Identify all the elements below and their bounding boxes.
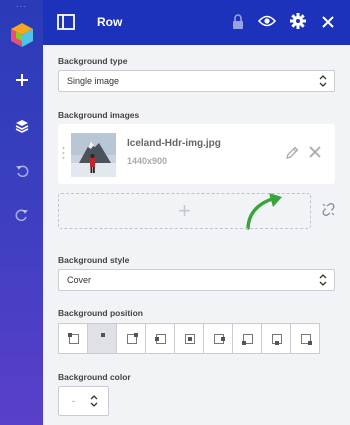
image-card: Iceland-Hdr-img.jpg 1440x900 (58, 124, 335, 184)
background-style-value: Cover (67, 275, 92, 285)
app-logo[interactable] (7, 20, 37, 50)
left-toolbar: ··· (0, 0, 43, 425)
image-file-size: 1440x900 (127, 156, 168, 166)
layers-icon (15, 120, 28, 133)
settings-panel: Background type Single image Background … (43, 45, 350, 425)
drag-handle-icon[interactable] (62, 146, 65, 160)
eye-icon[interactable] (258, 14, 276, 28)
position-right-center[interactable] (203, 323, 233, 354)
image-file-name: Iceland-Hdr-img.jpg (127, 138, 221, 149)
position-right-bottom[interactable] (290, 323, 320, 354)
select-arrows-icon (90, 395, 98, 407)
background-color-label: Background color (58, 372, 131, 382)
undo-icon (15, 165, 28, 177)
background-position-grid (58, 323, 320, 354)
pencil-icon[interactable] (285, 146, 299, 160)
position-center-bottom[interactable] (261, 323, 291, 354)
remove-icon[interactable] (309, 146, 321, 158)
background-color-value: - (72, 396, 75, 406)
background-style-label: Background style (58, 255, 130, 265)
gear-icon[interactable] (290, 13, 306, 29)
panel-header: Row (43, 0, 350, 45)
background-type-label: Background type (58, 56, 128, 66)
add-icon (15, 74, 28, 86)
background-style-select[interactable]: Cover (58, 269, 335, 291)
add-image-plus: + (178, 198, 191, 223)
layers-button[interactable] (0, 114, 43, 138)
image-thumbnail[interactable] (71, 133, 116, 177)
background-images-label: Background images (58, 110, 140, 120)
position-center-center[interactable] (174, 323, 204, 354)
position-left-bottom[interactable] (232, 323, 262, 354)
redo-button[interactable] (0, 202, 43, 226)
redo-icon (15, 209, 28, 221)
background-type-value: Single image (67, 76, 120, 86)
position-right-top[interactable] (116, 323, 146, 354)
select-arrows-icon (319, 75, 327, 87)
background-type-select[interactable]: Single image (58, 70, 335, 92)
panel-title: Row (97, 15, 123, 29)
unlink-icon[interactable] (322, 203, 335, 216)
undo-button[interactable] (0, 158, 43, 182)
position-left-center[interactable] (145, 323, 175, 354)
layout-icon[interactable] (57, 13, 75, 31)
background-position-label: Background position (58, 308, 143, 318)
lock-icon[interactable] (232, 14, 244, 30)
close-icon[interactable] (321, 15, 335, 29)
add-image-button[interactable]: + (58, 193, 311, 229)
drag-handle[interactable]: ··· (0, 2, 43, 11)
add-element-button[interactable] (0, 68, 43, 92)
select-arrows-icon (319, 274, 327, 286)
background-color-picker[interactable]: - (58, 386, 109, 416)
position-center-top[interactable] (87, 323, 117, 354)
position-left-top[interactable] (58, 323, 88, 354)
